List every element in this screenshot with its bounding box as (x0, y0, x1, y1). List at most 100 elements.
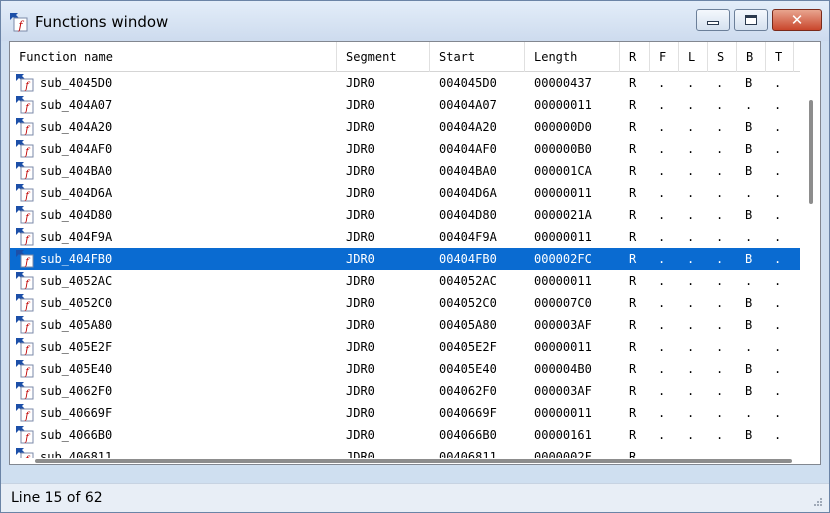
column-header-r[interactable]: R (620, 42, 650, 72)
cell-flag-f: . (658, 450, 666, 458)
table-row[interactable]: f sub_405A80 JDR0 00405A80 000003AF R... B. (10, 314, 800, 336)
resize-grip-icon[interactable] (813, 497, 823, 507)
column-header-t[interactable]: T (766, 42, 794, 72)
table-row[interactable]: f sub_406811 JDR0 00406811 0000002F R..... (10, 446, 800, 458)
cell-length: 00000011 (534, 340, 592, 354)
column-header-segment[interactable]: Segment (337, 42, 430, 72)
close-button[interactable]: ✕ (772, 9, 822, 31)
cell-segment: JDR0 (346, 428, 375, 442)
table-row[interactable]: f sub_404BA0 JDR0 00404BA0 000001CA R... B. (10, 160, 800, 182)
table-row[interactable]: f sub_4066B0 JDR0 004066B0 00000161 R... B. (10, 424, 800, 446)
vertical-scrollbar[interactable] (803, 42, 820, 458)
cell-flag-l: . (687, 186, 695, 200)
cell-flag-l: . (687, 296, 695, 310)
column-header-f[interactable]: F (650, 42, 679, 72)
maximize-button[interactable] (734, 9, 768, 31)
cell-flag-f: . (658, 340, 666, 354)
table-row[interactable]: f sub_405E2F JDR0 00405E2F 00000011 R..... (10, 336, 800, 358)
cell-flag-b: B (745, 142, 753, 156)
cell-flag-r: R (629, 406, 637, 420)
cell-flag-f: . (658, 252, 666, 266)
column-header-length[interactable]: Length (525, 42, 620, 72)
cell-flag-r: R (629, 340, 637, 354)
table-row[interactable]: f sub_4062F0 JDR0 004062F0 000003AF R... B. (10, 380, 800, 402)
table-row[interactable]: f sub_404F9A JDR0 00404F9A 00000011 R..... (10, 226, 800, 248)
column-header-start[interactable]: Start (430, 42, 525, 72)
function-icon: f (16, 118, 34, 136)
minimize-button[interactable] (696, 9, 730, 31)
cell-flag-f: . (658, 76, 666, 90)
table-row[interactable]: f sub_404D80 JDR0 00404D80 0000021A R... B. (10, 204, 800, 226)
cell-flag-t: . (774, 318, 782, 332)
cell-flag-l: . (687, 406, 695, 420)
minimize-icon (707, 21, 719, 25)
column-header-s[interactable]: S (708, 42, 737, 72)
function-icon: f (16, 294, 34, 312)
table-row[interactable]: f sub_40669F JDR0 0040669F 00000011 R..... (10, 402, 800, 424)
cell-length: 00000011 (534, 186, 592, 200)
table-row[interactable]: f sub_404D6A JDR0 00404D6A 00000011 R..... (10, 182, 800, 204)
function-icon: f (16, 184, 34, 202)
cell-segment: JDR0 (346, 76, 375, 90)
functions-list[interactable]: Function name Segment Start Length R F L… (9, 41, 821, 465)
table-row[interactable]: f sub_405E40 JDR0 00405E40 000004B0 R... B. (10, 358, 800, 380)
cell-segment: JDR0 (346, 252, 375, 266)
cell-function-name: sub_405A80 (40, 318, 113, 332)
cell-flag-t: . (774, 450, 782, 458)
cell-flag-t: . (774, 362, 782, 376)
cell-start: 004066B0 (439, 428, 497, 442)
table-row-selected[interactable]: f sub_404FB0 JDR0 00404FB0 000002FC R... B. (10, 248, 800, 270)
cell-flag-l: . (687, 164, 695, 178)
cell-flag-r: R (629, 98, 637, 112)
cell-length: 000004B0 (534, 362, 592, 376)
cell-start: 00404FB0 (439, 252, 497, 266)
cell-flag-r: R (629, 186, 637, 200)
horizontal-scrollbar[interactable] (10, 458, 820, 464)
cell-start: 004052C0 (439, 296, 497, 310)
column-header-b[interactable]: B (737, 42, 766, 72)
cell-flag-r: R (629, 274, 637, 288)
function-icon: f (16, 162, 34, 180)
cell-flag-s: . (716, 296, 724, 310)
cell-flag-t: . (774, 296, 782, 310)
table-row[interactable]: f sub_404A07 JDR0 00404A07 00000011 R..... (10, 94, 800, 116)
cell-flag-s: . (716, 142, 724, 156)
horizontal-scroll-thumb[interactable] (35, 459, 792, 463)
cell-flag-s: . (716, 384, 724, 398)
function-icon: f (16, 272, 34, 290)
cell-function-name: sub_4052C0 (40, 296, 113, 310)
title-bar[interactable]: f Functions window ✕ (1, 1, 829, 41)
cell-length: 00000437 (534, 76, 592, 90)
cell-start: 00404A07 (439, 98, 497, 112)
cell-flag-t: . (774, 252, 782, 266)
vertical-scroll-thumb[interactable] (809, 100, 813, 204)
cell-length: 000003AF (534, 318, 592, 332)
column-header-l[interactable]: L (679, 42, 708, 72)
cell-flag-s: . (716, 340, 724, 354)
cell-flag-s: . (716, 186, 724, 200)
cell-flag-b: B (745, 164, 753, 178)
cell-flag-l: . (687, 98, 695, 112)
cell-start: 0040669F (439, 406, 497, 420)
cell-function-name: sub_4066B0 (40, 428, 113, 442)
cell-flag-t: . (774, 120, 782, 134)
cell-function-name: sub_405E40 (40, 362, 113, 376)
function-icon: f (16, 382, 34, 400)
table-row[interactable]: f sub_4052AC JDR0 004052AC 00000011 R..... (10, 270, 800, 292)
cell-flag-r: R (629, 450, 637, 458)
cell-segment: JDR0 (346, 230, 375, 244)
table-row[interactable]: f sub_404AF0 JDR0 00404AF0 000000B0 R... B. (10, 138, 800, 160)
cell-flag-t: . (774, 98, 782, 112)
cell-flag-f: . (658, 120, 666, 134)
cell-flag-l: . (687, 252, 695, 266)
cell-length: 000007C0 (534, 296, 592, 310)
table-row[interactable]: f sub_4045D0 JDR0 004045D0 00000437 R... B. (10, 72, 800, 94)
table-row[interactable]: f sub_4052C0 JDR0 004052C0 000007C0 R... B. (10, 292, 800, 314)
cell-flag-l: . (687, 230, 695, 244)
cell-flag-r: R (629, 76, 637, 90)
cell-flag-l: . (687, 142, 695, 156)
cell-flag-f: . (658, 384, 666, 398)
cell-function-name: sub_405E2F (40, 340, 113, 354)
column-header-function-name[interactable]: Function name (10, 42, 337, 72)
table-row[interactable]: f sub_404A20 JDR0 00404A20 000000D0 R... B. (10, 116, 800, 138)
